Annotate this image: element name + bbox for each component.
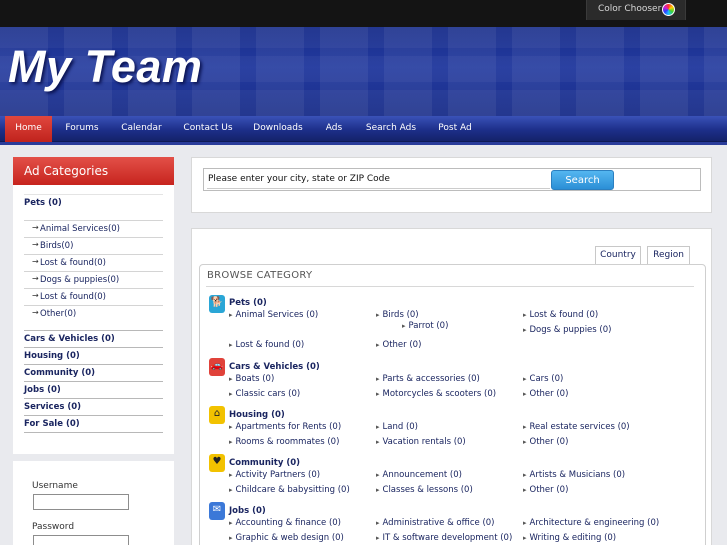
nav-calendar[interactable]: Calendar [114, 116, 169, 142]
sidebar-item-for-sale[interactable]: For Sale (0) [24, 419, 80, 429]
arrow-right-icon: → [32, 257, 39, 266]
sidebar-item-services[interactable]: Services (0) [24, 402, 81, 412]
tab-country[interactable]: Country [595, 246, 641, 264]
cat-link[interactable]: ▸ Other (0) [523, 389, 568, 399]
arrow-right-icon: → [32, 223, 39, 232]
site-header: My Team [0, 27, 727, 116]
sidebar-sub-birds[interactable]: Birds(0) [40, 241, 73, 251]
cat-link[interactable]: ▸ Boats (0) [229, 374, 274, 384]
browse-panel: Country Region BROWSE CATEGORY 🐕 Pets (0… [191, 228, 712, 545]
username-label: Username [32, 481, 78, 491]
cat-link[interactable]: ▸ Motorcycles & scooters (0) [376, 389, 496, 399]
cat-link[interactable]: ▸ Parts & accessories (0) [376, 374, 480, 384]
color-wheel-icon [662, 3, 675, 16]
username-field[interactable] [33, 494, 129, 510]
search-box: Please enter your city, state or ZIP Cod… [203, 168, 701, 191]
location-search-input[interactable]: Please enter your city, state or ZIP Cod… [207, 170, 550, 189]
cat-link[interactable]: ▸ Classic cars (0) [229, 389, 300, 399]
cat-link[interactable]: ▸ Animal Services (0) [229, 310, 318, 320]
color-chooser-label: Color Chooser [598, 4, 662, 14]
main-nav: Home Forums Calendar Contact Us Download… [0, 116, 727, 142]
cat-link[interactable]: ▸ Birds (0) [376, 310, 419, 320]
site-title[interactable]: My Team [8, 41, 202, 93]
tab-region[interactable]: Region [647, 246, 690, 264]
sidebar-sub-dogs-puppies[interactable]: Dogs & puppies(0) [40, 275, 119, 285]
sidebar-sub-lost-found[interactable]: Lost & found(0) [40, 258, 106, 268]
cat-link[interactable]: ▸ Dogs & puppies (0) [523, 325, 611, 335]
cat-link[interactable]: ▸ Land (0) [376, 422, 418, 432]
dog-icon: 🐕 [209, 295, 225, 313]
nav-downloads[interactable]: Downloads [248, 116, 308, 142]
nav-post-ad[interactable]: Post Ad [433, 116, 477, 142]
cat-link[interactable]: ▸ Apartments for Rents (0) [229, 422, 341, 432]
nav-contact-us[interactable]: Contact Us [179, 116, 237, 142]
cat-link[interactable]: ▸ Architecture & engineering (0) [523, 518, 659, 528]
ad-categories-sidebar: Ad Categories Pets (0) → Animal Services… [13, 157, 174, 454]
cat-link[interactable]: ▸ Other (0) [523, 437, 568, 447]
top-bar: Color Chooser [0, 0, 727, 27]
cat-link[interactable]: ▸ Lost & found (0) [229, 340, 304, 350]
cat-link[interactable]: ▸ Cars (0) [523, 374, 563, 384]
login-box: Username Password [13, 461, 174, 545]
people-icon: ♥ [209, 454, 225, 472]
sidebar-sub-lost-found-2[interactable]: Lost & found(0) [40, 292, 106, 302]
sidebar-item-jobs[interactable]: Jobs (0) [24, 385, 61, 395]
cat-link[interactable]: ▸ Writing & editing (0) [523, 533, 616, 543]
search-panel: Please enter your city, state or ZIP Cod… [191, 157, 712, 213]
arrow-right-icon: → [32, 291, 39, 300]
nav-forums[interactable]: Forums [57, 116, 107, 142]
nav-home[interactable]: Home [5, 116, 52, 142]
house-icon: ⌂ [209, 406, 225, 424]
sidebar-item-cars-vehicles[interactable]: Cars & Vehicles (0) [24, 334, 115, 344]
cat-link[interactable]: ▸ Parrot (0) [402, 321, 448, 331]
divider [24, 432, 163, 449]
arrow-right-icon: → [32, 240, 39, 249]
sidebar-item-community[interactable]: Community (0) [24, 368, 95, 378]
sidebar-item-housing[interactable]: Housing (0) [24, 351, 80, 361]
category-jobs[interactable]: Jobs (0) [229, 506, 266, 516]
cat-link[interactable]: ▸ Administrative & office (0) [376, 518, 494, 528]
cat-link[interactable]: ▸ Vacation rentals (0) [376, 437, 466, 447]
category-community[interactable]: Community (0) [229, 458, 300, 468]
browse-category-box: BROWSE CATEGORY 🐕 Pets (0) ▸ Animal Servi… [199, 264, 706, 545]
briefcase-icon: ✉ [209, 502, 225, 520]
browse-title: BROWSE CATEGORY [207, 270, 313, 281]
category-cars-vehicles[interactable]: Cars & Vehicles (0) [229, 362, 320, 372]
sidebar-sub-animal-services[interactable]: Animal Services(0) [40, 224, 120, 234]
car-icon: 🚗 [209, 358, 225, 376]
cat-link[interactable]: ▸ Activity Partners (0) [229, 470, 320, 480]
cat-link[interactable]: ▸ Rooms & roommates (0) [229, 437, 339, 447]
nav-ads[interactable]: Ads [318, 116, 350, 142]
category-pets[interactable]: Pets (0) [229, 298, 267, 308]
arrow-right-icon: → [32, 308, 39, 317]
sidebar-item-pets[interactable]: Pets (0) [24, 198, 62, 208]
cat-link[interactable]: ▸ Accounting & finance (0) [229, 518, 341, 528]
cat-link[interactable]: ▸ Other (0) [523, 485, 568, 495]
sidebar-title: Ad Categories [13, 157, 174, 185]
cat-link[interactable]: ▸ Classes & lessons (0) [376, 485, 473, 495]
search-button[interactable]: Search [551, 170, 614, 190]
cat-link[interactable]: ▸ Real estate services (0) [523, 422, 630, 432]
category-housing[interactable]: Housing (0) [229, 410, 285, 420]
password-label: Password [32, 522, 75, 532]
color-chooser-button[interactable]: Color Chooser [586, 0, 686, 20]
divider [206, 286, 694, 287]
cat-link[interactable]: ▸ Announcement (0) [376, 470, 462, 480]
cat-link[interactable]: ▸ Graphic & web design (0) [229, 533, 344, 543]
nav-search-ads[interactable]: Search Ads [361, 116, 421, 142]
password-field[interactable] [33, 535, 129, 545]
nav-underline [0, 142, 727, 145]
cat-link[interactable]: ▸ Lost & found (0) [523, 310, 598, 320]
cat-link[interactable]: ▸ Other (0) [376, 340, 421, 350]
cat-link[interactable]: ▸ IT & software development (0) [376, 533, 512, 543]
cat-link[interactable]: ▸ Artists & Musicians (0) [523, 470, 625, 480]
sidebar-sub-other[interactable]: Other(0) [40, 309, 76, 319]
arrow-right-icon: → [32, 274, 39, 283]
cat-link[interactable]: ▸ Childcare & babysitting (0) [229, 485, 350, 495]
